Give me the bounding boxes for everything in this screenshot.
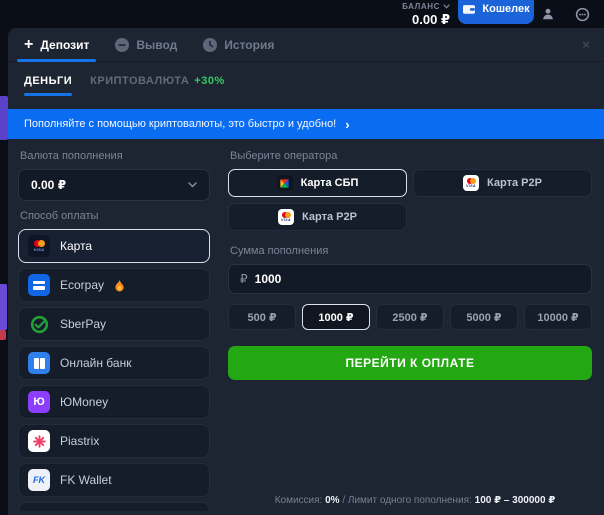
chevron-down-icon xyxy=(188,182,197,188)
currency-type-subtabs: ДЕНЬГИ КРИПТОВАЛЮТА +30% xyxy=(8,75,604,96)
operator-label: Карта P2P xyxy=(302,211,357,223)
currency-label: Валюта пополнения xyxy=(20,150,210,162)
tab-label: Депозит xyxy=(40,38,89,52)
tab-withdraw[interactable]: Вывод xyxy=(115,28,177,61)
method-label: Онлайн банк xyxy=(60,356,131,370)
limit-value: 100 ₽ – 300000 ₽ xyxy=(475,495,556,506)
payment-method-list: VISA Карта Ecorpay SberPay xyxy=(18,229,210,511)
chevron-down-icon xyxy=(443,4,450,9)
topbar: БАЛАНС 0.00 ₽ Кошелек xyxy=(0,0,604,28)
close-icon[interactable]: × xyxy=(582,37,590,52)
method-piastrix[interactable]: Piastrix xyxy=(18,424,210,458)
active-tab-underline xyxy=(17,59,96,62)
piastrix-icon xyxy=(28,430,50,452)
tab-label: Вывод xyxy=(136,38,177,52)
bank-card-icon: VISA xyxy=(28,235,50,257)
balance-label: БАЛАНС xyxy=(402,2,440,11)
operators-label: Выберите оператора xyxy=(230,150,592,162)
crypto-bonus-badge: +30% xyxy=(194,75,224,87)
method-label: ЮMoney xyxy=(60,395,108,409)
yoomoney-icon: Ю xyxy=(28,391,50,413)
limit-label: Лимит одного пополнения: xyxy=(348,495,472,506)
method-label: Piastrix xyxy=(60,434,99,448)
ruble-sign: ₽ xyxy=(240,272,248,286)
bank-card-icon: VISA xyxy=(463,175,479,191)
operator-card-sbp[interactable]: Карта СБП xyxy=(228,169,407,197)
online-bank-icon xyxy=(28,352,50,374)
fire-icon xyxy=(114,279,125,292)
limits-footer: Комиссия: 0% / Лимит одного пополнения: … xyxy=(236,495,594,506)
minus-circle-icon xyxy=(115,38,129,52)
modal-content: Валюта пополнения 0.00 ₽ Способ оплаты V… xyxy=(8,139,604,511)
method-online-bank[interactable]: Онлайн банк xyxy=(18,346,210,380)
currency-select[interactable]: 0.00 ₽ xyxy=(18,169,210,201)
operator-card-p2p-1[interactable]: VISA Карта P2P xyxy=(413,169,592,197)
fk-wallet-icon: FK xyxy=(28,469,50,491)
pay-button[interactable]: ПЕРЕЙТИ К ОПЛАТЕ xyxy=(228,346,592,380)
operator-row: Карта СБП VISA Карта P2P xyxy=(228,169,592,197)
operator-label: Карта СБП xyxy=(301,177,359,189)
sbp-icon xyxy=(277,175,293,191)
user-icon[interactable] xyxy=(540,6,556,22)
balance-widget[interactable]: БАЛАНС 0.00 ₽ xyxy=(402,2,450,28)
deposit-modal: + Депозит Вывод История × ДЕНЬГИ КРИПТОВ… xyxy=(8,28,604,515)
methods-label: Способ оплаты xyxy=(20,210,210,222)
tab-deposit[interactable]: + Депозит xyxy=(24,28,89,61)
method-yoomoney[interactable]: Ю ЮMoney xyxy=(18,385,210,419)
deposit-form-column: Выберите оператора Карта СБП VISA Карта … xyxy=(228,141,592,511)
modal-tab-bar: + Депозит Вывод История × xyxy=(8,28,604,62)
preset-500[interactable]: 500 ₽ xyxy=(228,304,296,330)
background-decoration xyxy=(0,96,8,140)
balance-value: 0.00 ₽ xyxy=(402,12,450,28)
wallet-button[interactable]: Кошелек xyxy=(458,0,534,24)
tab-label: История xyxy=(224,38,274,52)
wallet-button-label: Кошелек xyxy=(482,3,529,15)
wallet-icon xyxy=(462,3,476,15)
chevron-right-icon: › xyxy=(345,117,349,132)
preset-1000[interactable]: 1000 ₽ xyxy=(302,304,370,330)
tab-history[interactable]: История xyxy=(203,28,274,61)
payment-method-item-partial[interactable] xyxy=(18,502,210,511)
subtab-money[interactable]: ДЕНЬГИ xyxy=(24,75,72,96)
operator-row: VISA Карта P2P xyxy=(228,203,592,231)
commission-value: 0% xyxy=(325,495,339,506)
amount-value: 1000 xyxy=(255,272,282,286)
method-label: SberPay xyxy=(60,317,106,331)
clock-icon xyxy=(203,38,217,52)
amount-input[interactable]: ₽ 1000 xyxy=(228,264,592,294)
subtab-label: ДЕНЬГИ xyxy=(24,75,72,87)
sberpay-icon xyxy=(28,313,50,335)
payment-method-column: Валюта пополнения 0.00 ₽ Способ оплаты V… xyxy=(18,141,210,511)
currency-select-value: 0.00 ₽ xyxy=(31,178,66,192)
ecorpay-icon xyxy=(28,274,50,296)
preset-2500[interactable]: 2500 ₽ xyxy=(376,304,444,330)
amount-presets: 500 ₽ 1000 ₽ 2500 ₽ 5000 ₽ 10000 ₽ xyxy=(228,304,592,330)
preset-10000[interactable]: 10000 ₽ xyxy=(524,304,592,330)
method-sberpay[interactable]: SberPay xyxy=(18,307,210,341)
method-label: Ecorpay xyxy=(60,278,104,292)
commission-label: Комиссия: xyxy=(275,495,323,506)
footer-divider: / xyxy=(342,495,345,506)
method-label: FK Wallet xyxy=(60,473,112,487)
plus-icon: + xyxy=(24,37,33,53)
method-ecorpay[interactable]: Ecorpay xyxy=(18,268,210,302)
method-label: Карта xyxy=(60,239,92,253)
method-fk-wallet[interactable]: FK FK Wallet xyxy=(18,463,210,497)
operator-label: Карта P2P xyxy=(487,177,542,189)
method-card[interactable]: VISA Карта xyxy=(18,229,210,263)
amount-label: Сумма пополнения xyxy=(230,245,592,257)
crypto-promo-banner[interactable]: Пополняйте с помощью криптовалюты, это б… xyxy=(8,109,604,139)
bank-card-icon: VISA xyxy=(278,209,294,225)
banner-text: Пополняйте с помощью криптовалюты, это б… xyxy=(24,118,336,130)
active-subtab-underline xyxy=(24,93,72,96)
subtab-crypto[interactable]: КРИПТОВАЛЮТА +30% xyxy=(90,75,225,96)
support-chat-icon[interactable] xyxy=(574,6,590,22)
background-decoration xyxy=(0,284,7,330)
operator-card-p2p-2[interactable]: VISA Карта P2P xyxy=(228,203,407,231)
preset-5000[interactable]: 5000 ₽ xyxy=(450,304,518,330)
subtab-label: КРИПТОВАЛЮТА xyxy=(90,75,189,87)
background-decoration xyxy=(0,330,6,340)
